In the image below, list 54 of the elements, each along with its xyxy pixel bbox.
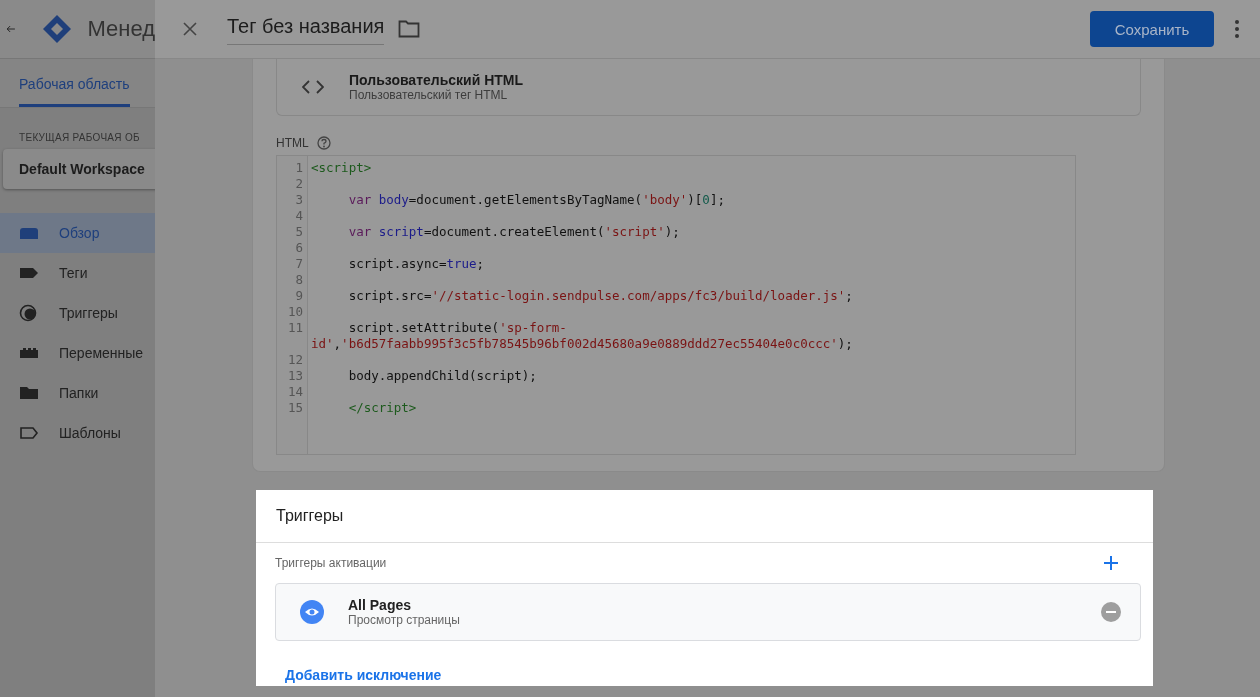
workspace-selector[interactable]: Default Workspace (3, 149, 155, 189)
nav-item[interactable]: Обзор (0, 213, 155, 253)
circle-icon (19, 303, 39, 323)
code-line: var body=document.getElementsByTagName('body')[0]; (347, 192, 726, 208)
line-number: 13 (286, 368, 304, 384)
line-number: 9 (294, 288, 304, 304)
tag-type-row[interactable]: Пользовательский HTML Пользовательский тег HTML (276, 59, 1141, 116)
code-line: var script=document.createElement('script'); (347, 224, 681, 240)
line-number: 11 (286, 320, 304, 337)
nav-item[interactable]: Шаблоны (0, 413, 155, 453)
workspace-label: ТЕКУЩАЯ РАБОЧАЯ ОБ (19, 132, 141, 143)
diamond-logo-icon (41, 13, 74, 45)
line-number: 14 (286, 384, 304, 400)
line-number: 7 (294, 256, 304, 272)
html-label: HTML (276, 136, 309, 150)
line-number: 8 (294, 272, 304, 288)
help-icon[interactable] (316, 136, 331, 150)
trigger-name: All Pages (348, 597, 413, 613)
code-line: script.setAttribute('sp-form-id','b6d57faabb995f3c5fb78545b96bf002d45680a9e0889ddd27ec55404e0c0ccc'); (311, 320, 854, 352)
tag-type-description: Пользовательский тег HTML (349, 88, 509, 102)
tag-type-name: Пользовательский HTML (349, 72, 524, 88)
nav-item[interactable]: Теги (0, 253, 155, 293)
line-number: 1 (294, 160, 304, 176)
add-icon[interactable] (1103, 555, 1119, 571)
line-number: 3 (294, 192, 304, 208)
code-line: </script> (347, 400, 418, 416)
code-brackets-icon (302, 80, 324, 94)
close-icon[interactable] (182, 21, 198, 37)
code-line: body.appendChild(script); (347, 368, 538, 384)
nav-item[interactable]: Папки (0, 373, 155, 413)
line-number: 4 (294, 208, 304, 224)
tag-name-field[interactable]: Тег без названия (227, 13, 385, 45)
folder-icon[interactable] (398, 20, 421, 38)
line-number: 6 (294, 240, 304, 256)
line-number: 10 (286, 304, 304, 320)
save-button[interactable]: Сохранить (1090, 11, 1214, 47)
code-line: script.async=true; (347, 256, 486, 272)
firing-triggers-label: Триггеры активации (275, 556, 387, 570)
line-number: 5 (294, 224, 304, 240)
eye-icon (300, 600, 324, 624)
line-number: 2 (294, 176, 304, 192)
triggers-title: Триггеры (256, 490, 1153, 543)
trigger-row[interactable]: All Pages Просмотр страницы (275, 583, 1141, 641)
nav-item[interactable]: Триггеры (0, 293, 155, 333)
add-exception-link[interactable]: Добавить исключение (285, 667, 442, 683)
line-number: 15 (286, 400, 304, 416)
more-menu-icon[interactable] (1234, 19, 1240, 39)
app-title: Менед (87, 16, 155, 42)
remove-icon[interactable] (1101, 602, 1121, 622)
code-line: <script> (311, 160, 373, 176)
nav-item[interactable]: Переменные (0, 333, 155, 373)
code-line: script.src='//static-login.sendpulse.com/apps/fc3/build/loader.js'; (347, 288, 854, 304)
line-number: 12 (286, 352, 304, 368)
trigger-description: Просмотр страницы (348, 613, 460, 627)
